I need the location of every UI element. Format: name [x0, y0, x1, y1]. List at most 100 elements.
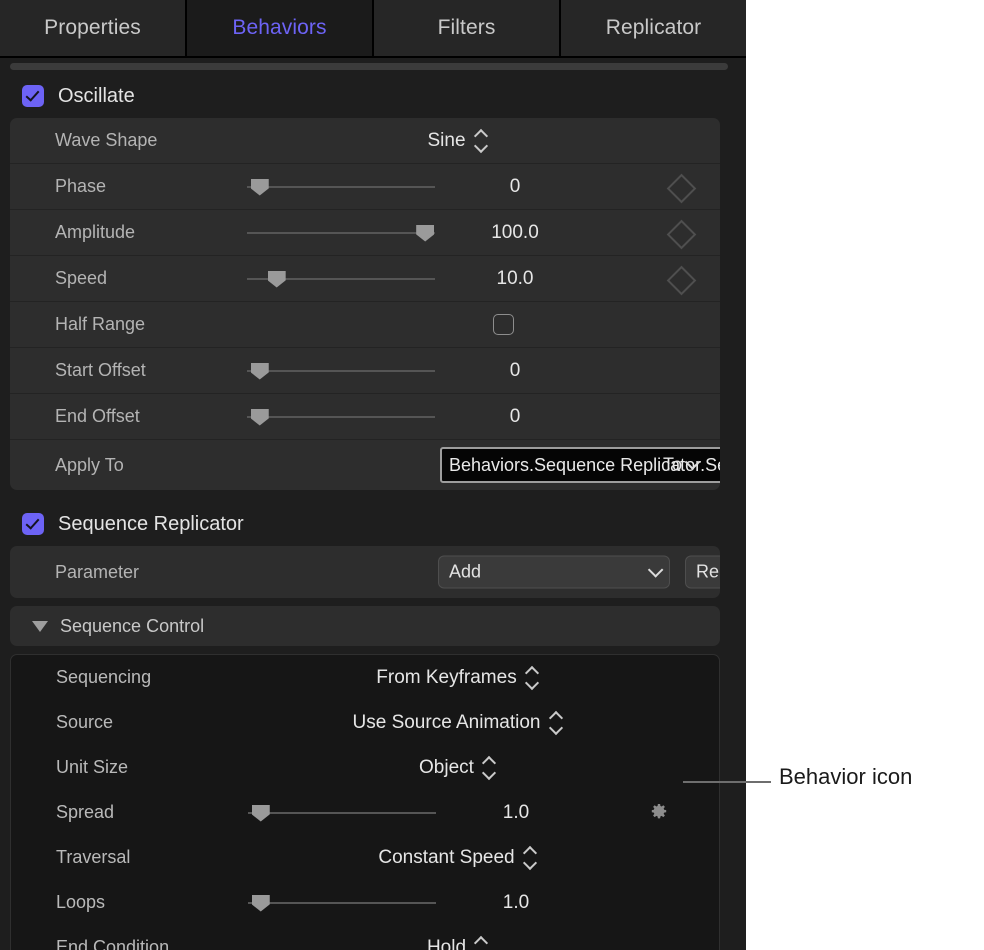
row-spread: Spread 1.0: [11, 790, 719, 835]
control-parameter: Add Remove: [195, 546, 720, 598]
label-end-condition: End Condition: [11, 937, 196, 950]
label-source: Source: [11, 712, 196, 733]
value-unit-size[interactable]: Object: [419, 757, 474, 779]
slider-knob[interactable]: [416, 225, 434, 242]
label-traversal: Traversal: [11, 847, 196, 868]
control-apply-to: Behaviors.Sequence Replicator.Sequ To: [195, 440, 720, 490]
control-speed: 10.0: [195, 256, 720, 301]
row-traversal: Traversal Constant Speed: [11, 835, 719, 880]
slider-end-offset[interactable]: [247, 408, 435, 426]
control-spread: 1.0: [196, 790, 719, 835]
label-unit-size: Unit Size: [11, 757, 196, 778]
behavior-gear-icon[interactable]: [649, 803, 669, 823]
stepper-updown-icon-sequencing[interactable]: [526, 668, 539, 688]
inspector-tab-bar: Properties Behaviors Filters Replicator: [0, 0, 746, 58]
horizontal-scrollbar[interactable]: [0, 58, 746, 74]
keyframe-diamond-icon-phase[interactable]: [667, 173, 697, 203]
callout-label: Behavior icon: [779, 764, 912, 790]
slider-start-offset[interactable]: [247, 362, 435, 380]
slider-track: [248, 812, 436, 814]
slider-knob[interactable]: [252, 805, 270, 822]
keyframe-diamond-icon-speed[interactable]: [667, 265, 697, 295]
stepper-updown-icon-end-condition[interactable]: [475, 938, 488, 950]
slider-knob[interactable]: [251, 179, 269, 196]
value-phase[interactable]: 0: [450, 176, 580, 198]
slider-track: [247, 370, 435, 372]
value-wave-shape[interactable]: Sine: [427, 130, 465, 152]
value-spread[interactable]: 1.0: [451, 802, 581, 824]
slider-knob[interactable]: [251, 363, 269, 380]
tab-properties-label: Properties: [44, 16, 141, 40]
value-end-condition[interactable]: Hold: [427, 937, 466, 950]
stepper-updown-icon-wave-shape[interactable]: [475, 131, 488, 151]
slider-knob[interactable]: [251, 409, 269, 426]
inspector-panel: Properties Behaviors Filters Replicator …: [0, 0, 746, 950]
stepper-updown-icon-traversal[interactable]: [524, 848, 537, 868]
add-parameter-label: Add: [449, 562, 642, 583]
tab-replicator-label: Replicator: [606, 16, 702, 40]
section-header-sequence-control[interactable]: Sequence Control: [10, 606, 720, 646]
slider-spread[interactable]: [248, 804, 436, 822]
oscillate-title: Oscillate: [58, 85, 135, 108]
slider-loops[interactable]: [248, 894, 436, 912]
behavior-header-sequence-replicator: Sequence Replicator: [0, 502, 746, 546]
half-range-checkbox[interactable]: [493, 314, 514, 335]
disclosure-triangle-icon[interactable]: [32, 621, 48, 632]
row-sequencing: Sequencing From Keyframes: [11, 655, 719, 700]
slider-knob[interactable]: [268, 271, 286, 288]
slider-knob[interactable]: [252, 895, 270, 912]
oscillate-enable-checkbox[interactable]: [22, 85, 44, 107]
label-amplitude: Amplitude: [10, 222, 195, 243]
sequence-replicator-parameter-list: Parameter Add Remove: [10, 546, 720, 598]
add-parameter-dropdown[interactable]: Add: [438, 556, 670, 589]
value-start-offset[interactable]: 0: [450, 360, 580, 382]
keyframe-diamond-icon-amplitude[interactable]: [667, 219, 697, 249]
stepper-updown-icon-unit-size[interactable]: [483, 758, 496, 778]
slider-track: [247, 416, 435, 418]
label-half-range: Half Range: [10, 314, 195, 335]
slider-amplitude[interactable]: [247, 224, 435, 242]
remove-parameter-dropdown[interactable]: Remove: [685, 556, 720, 589]
row-end-condition: End Condition Hold: [11, 925, 719, 950]
scrollbar-thumb[interactable]: [10, 63, 728, 70]
slider-speed[interactable]: [247, 270, 435, 288]
value-end-offset[interactable]: 0: [450, 406, 580, 428]
behavior-header-oscillate: Oscillate: [0, 74, 746, 118]
remove-parameter-label: Remove: [696, 562, 720, 583]
row-parameter: Parameter Add Remove: [10, 546, 720, 598]
chevron-down-icon: [648, 562, 664, 578]
stepper-updown-icon-source[interactable]: [550, 713, 563, 733]
callout-leader-line: [683, 781, 771, 783]
control-half-range: [195, 302, 720, 347]
value-loops[interactable]: 1.0: [451, 892, 581, 914]
sequence-control-parameter-list: Sequencing From Keyframes Source Use Sou…: [10, 654, 720, 950]
control-start-offset: 0: [195, 348, 720, 393]
slider-phase[interactable]: [247, 178, 435, 196]
control-end-offset: 0: [195, 394, 720, 439]
slider-track: [248, 902, 436, 904]
tab-properties[interactable]: Properties: [0, 0, 187, 56]
label-apply-to: Apply To: [10, 455, 195, 476]
chevron-down-icon: [685, 454, 701, 470]
section-title-sequence-control: Sequence Control: [60, 616, 204, 637]
row-phase: Phase 0: [10, 164, 720, 210]
value-traversal[interactable]: Constant Speed: [378, 847, 514, 869]
apply-to-dropdown[interactable]: To: [663, 455, 698, 476]
row-source: Source Use Source Animation: [11, 700, 719, 745]
tab-replicator[interactable]: Replicator: [561, 0, 746, 56]
value-source[interactable]: Use Source Animation: [353, 712, 541, 734]
value-sequencing[interactable]: From Keyframes: [376, 667, 516, 689]
row-loops: Loops 1.0: [11, 880, 719, 925]
sequence-replicator-enable-checkbox[interactable]: [22, 513, 44, 535]
control-traversal: Constant Speed: [196, 835, 719, 880]
value-speed[interactable]: 10.0: [450, 268, 580, 290]
slider-track: [247, 186, 435, 188]
label-speed: Speed: [10, 268, 195, 289]
label-phase: Phase: [10, 176, 195, 197]
sequence-replicator-title: Sequence Replicator: [58, 513, 244, 536]
value-amplitude[interactable]: 100.0: [450, 222, 580, 244]
tab-filters[interactable]: Filters: [374, 0, 561, 56]
tab-behaviors[interactable]: Behaviors: [187, 0, 374, 56]
tab-filters-label: Filters: [438, 16, 496, 40]
row-unit-size: Unit Size Object: [11, 745, 719, 790]
